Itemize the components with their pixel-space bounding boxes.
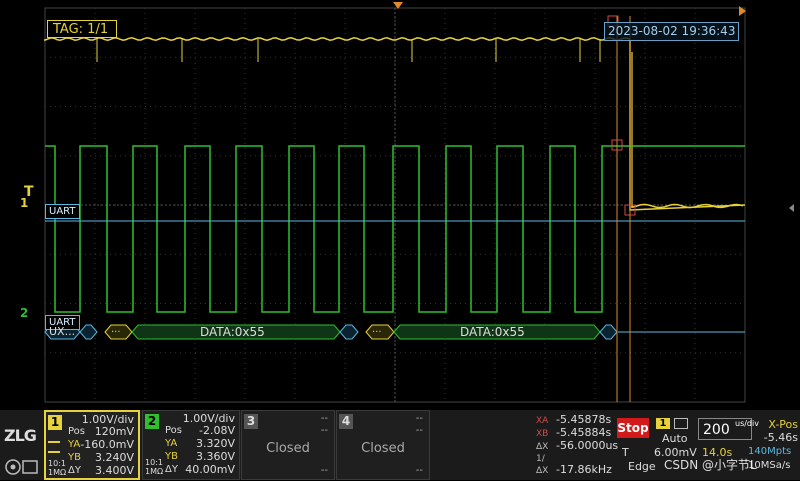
watermark: CSDN @小字节L xyxy=(664,458,757,472)
timebase-unit: us/div xyxy=(735,419,759,428)
ch2-coupling: 10:1 xyxy=(145,458,163,467)
ch1-offset-marker[interactable]: 1 xyxy=(20,196,28,210)
ch3-number: 3 xyxy=(244,414,258,429)
tag-indicator[interactable]: TAG: 1/1 xyxy=(47,20,117,38)
ch2-ya-label: YA xyxy=(165,438,178,449)
ch1-coupling: 10:1 xyxy=(48,459,66,468)
cursor-xb: -5.45884s xyxy=(556,426,612,439)
ch1-yb: 3.240V xyxy=(94,451,134,464)
x-position[interactable]: X-Pos -5.46s xyxy=(760,418,798,444)
trigger-type[interactable]: Edge xyxy=(628,460,656,473)
decode-fragment: UX... xyxy=(49,325,76,338)
ch4-value-3: -- xyxy=(415,465,423,476)
decode-ellipsis-1: ... xyxy=(111,324,121,335)
trigger-position-icon[interactable] xyxy=(393,2,403,9)
ch2-dy-label: ΔY xyxy=(165,464,178,475)
cursor-xa: -5.45878s xyxy=(556,413,612,426)
decode-idle-segment xyxy=(79,324,98,340)
ch1-pos-label: Pos xyxy=(68,426,86,437)
ch4-value-2: -- xyxy=(415,425,423,436)
ch2-pos-label: Pos xyxy=(165,425,183,436)
timebase-value: 200 xyxy=(703,422,730,438)
ch2-pos: -2.08V xyxy=(199,424,235,437)
brand-logo: ZLG xyxy=(4,426,37,445)
decode-ellipsis-2: ... xyxy=(372,324,382,335)
timebase-control[interactable]: 200 us/div xyxy=(698,418,759,440)
ch2-dy: 40.00mV xyxy=(185,463,235,476)
ch4-status: Closed xyxy=(361,441,405,456)
ch2-ya: 3.320V xyxy=(195,437,235,450)
channel-3-panel[interactable]: 3 -- -- Closed -- xyxy=(241,410,335,480)
ch1-yb-label: YB xyxy=(68,452,81,463)
dx-label: ΔX xyxy=(536,442,549,452)
ch1-ya: -160.0mV xyxy=(80,438,134,451)
channel-4-panel[interactable]: 4 -- -- Closed -- xyxy=(336,410,430,480)
ch3-value-3: -- xyxy=(320,465,328,476)
uart-decode-label-1[interactable]: UART xyxy=(45,204,80,219)
trigger-source[interactable]: 1 xyxy=(656,418,670,429)
channel-2-panel[interactable]: 2 1.00V/div Pos -2.08V YA 3.320V YB 3.36… xyxy=(142,410,240,480)
display-mode-icon[interactable] xyxy=(674,418,688,429)
trigger-label: T xyxy=(622,446,629,459)
ch1-dy-label: ΔY xyxy=(68,465,81,476)
scroll-right-icon[interactable] xyxy=(739,6,746,16)
home-icon[interactable] xyxy=(4,457,40,481)
side-menu-handle-icon[interactable] xyxy=(789,204,794,212)
decode-frame-2: DATA:0x55 xyxy=(460,325,525,339)
waveform-screen[interactable]: TAG: 1/1 2023-08-02 19:36:43 T 1 2 UART … xyxy=(0,0,800,410)
status-panel: ZLG 1 1.00V/div Pos 120mV YA -160.0mV YB… xyxy=(0,410,800,480)
xb-label: XB xyxy=(536,429,549,439)
trigger-mode[interactable]: Auto xyxy=(662,432,688,445)
waveform-graph xyxy=(44,7,746,403)
decode-frame-1: DATA:0x55 xyxy=(200,325,265,339)
cursor-inv-dx: -17.86kHz xyxy=(556,463,612,476)
datetime-display: 2023-08-02 19:36:43 xyxy=(604,22,740,41)
channel-1-panel[interactable]: 1 1.00V/div Pos 120mV YA -160.0mV YB 3.2… xyxy=(44,410,140,480)
ch4-number: 4 xyxy=(339,414,353,429)
ch2-yb: 3.360V xyxy=(195,450,235,463)
inv-dx-label: 1/ΔX xyxy=(536,454,549,476)
ch1-dy: 3.400V xyxy=(94,464,134,477)
ch1-impedance: 1MΩ xyxy=(48,468,67,477)
xa-label: XA xyxy=(536,416,549,426)
ch2-offset-marker[interactable]: 2 xyxy=(20,306,28,320)
decode-stop-bit-2 xyxy=(599,324,618,340)
run-stop-button[interactable]: Stop xyxy=(617,418,649,438)
cursor-readout[interactable]: XA -5.45878s XB -5.45884s ΔX -56.0000us 1/Δ… xyxy=(536,414,618,477)
x-position-value: -5.46s xyxy=(763,431,798,444)
x-position-label: X-Pos xyxy=(768,418,798,431)
ch1-ya-label: YA xyxy=(68,439,81,450)
ch3-value-2: -- xyxy=(320,425,328,436)
ch2-impedance: 1MΩ xyxy=(145,467,164,476)
cursor-dx: -56.0000us xyxy=(556,439,619,452)
ch1-pos: 120mV xyxy=(94,425,134,438)
decode-stop-bit-1 xyxy=(339,324,359,340)
ch2-yb-label: YB xyxy=(165,451,178,462)
ch4-value-1: -- xyxy=(415,413,423,424)
ch1-number: 1 xyxy=(48,415,62,430)
ch3-status: Closed xyxy=(266,441,310,456)
ch2-number: 2 xyxy=(145,414,159,429)
ch3-value-1: -- xyxy=(320,413,328,424)
ch1-cursor-icon xyxy=(48,441,60,453)
